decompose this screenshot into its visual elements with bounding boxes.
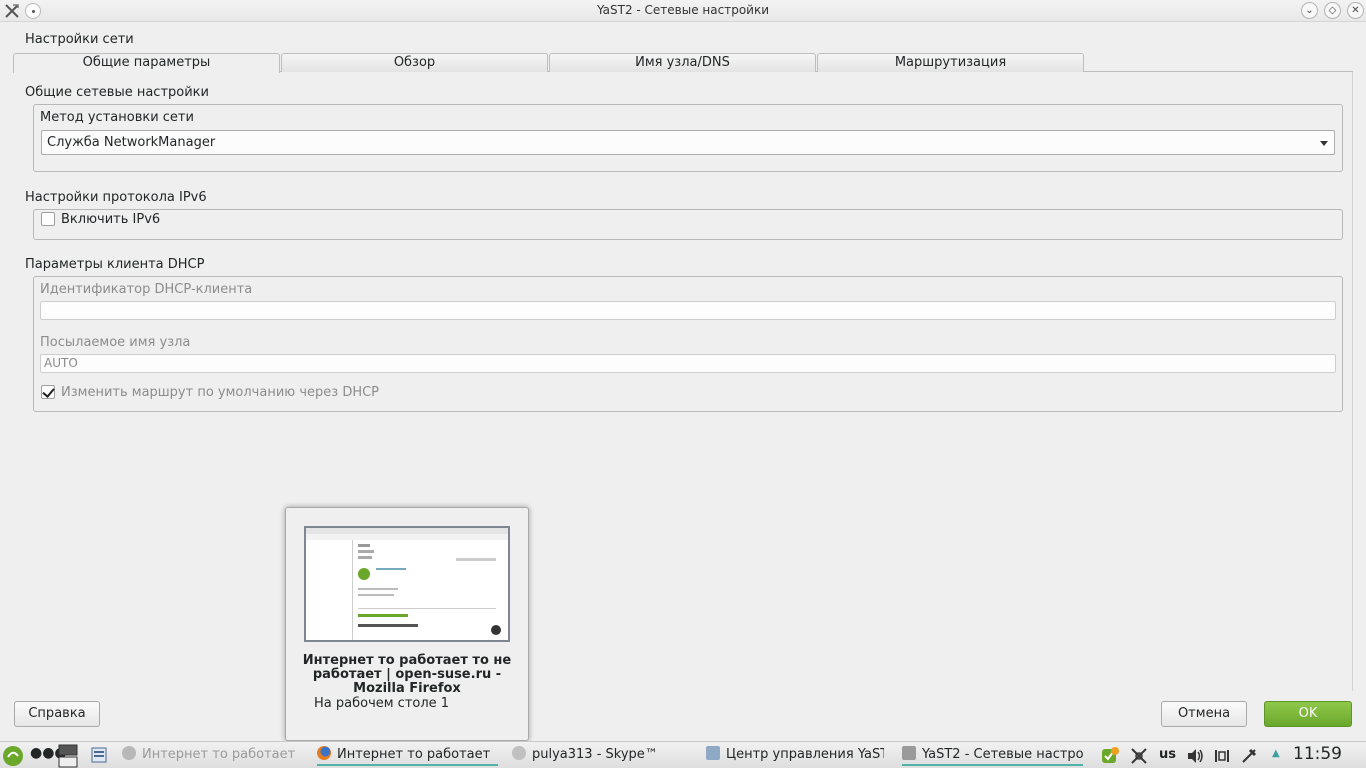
clipboard-icon[interactable]	[1213, 747, 1231, 765]
ok-button[interactable]: OK	[1264, 701, 1352, 727]
network-method-select[interactable]: Служба NetworkManager	[41, 130, 1335, 155]
minimize-button[interactable]: ⌄	[1301, 2, 1318, 19]
tab-routing[interactable]: Маршрутизация	[817, 53, 1084, 72]
task-firefox-1[interactable]: Интернет то работает	[122, 742, 302, 768]
firefox-icon	[317, 746, 331, 760]
preview-desktop-label: На рабочем столе 1	[314, 696, 450, 711]
tab-bar: Общие параметры Обзор Имя узла/DNS Маршр…	[13, 53, 1353, 73]
yast-icon	[902, 746, 916, 760]
keyboard-layout[interactable]: us	[1159, 747, 1176, 762]
close-icon: ✕	[1351, 5, 1360, 16]
tab-overview[interactable]: Обзор	[281, 53, 548, 72]
general-group-title: Общие сетевые настройки	[25, 85, 209, 100]
window-preview-tooltip[interactable]: Интернет то работает то не работает | op…	[285, 507, 529, 741]
active-task-indicator	[902, 764, 1083, 766]
preview-window-title: Интернет то работает то не работает | op…	[302, 653, 512, 696]
enable-ipv6-checkbox[interactable]	[41, 212, 55, 226]
enable-ipv6-label[interactable]: Включить IPv6	[61, 212, 160, 227]
dhcp-hostname-input[interactable]: AUTO	[40, 354, 1336, 373]
active-task-indicator	[317, 764, 498, 766]
page-title: Настройки сети	[25, 32, 134, 47]
help-button[interactable]: Справка	[14, 701, 100, 727]
ipv6-groupbox	[33, 209, 1343, 240]
task-manager-icon[interactable]	[91, 747, 107, 763]
cancel-button[interactable]: Отмена	[1161, 701, 1247, 727]
dhcp-client-id-label: Идентификатор DHCP-клиента	[40, 282, 253, 297]
tab-hostname-dns[interactable]: Имя узла/DNS	[549, 53, 816, 72]
tray-expand-icon[interactable]: ▲	[1272, 748, 1280, 759]
window-titlebar: YaST2 - Сетевые настройки ⌄ ◇ ✕	[0, 0, 1366, 22]
diamond-icon: ◇	[1328, 5, 1337, 16]
start-menu-icon[interactable]	[2, 745, 24, 767]
dropdown-arrow-icon	[1320, 141, 1328, 146]
clock[interactable]: 11:59	[1293, 744, 1342, 764]
taskbar: ●●● Интернет то работает Интернет то раб…	[0, 741, 1366, 768]
ipv6-group-title: Настройки протокола IPv6	[25, 190, 207, 205]
window-title: YaST2 - Сетевые настройки	[596, 3, 770, 17]
dhcp-group-title: Параметры клиента DHCP	[25, 257, 205, 272]
dhcp-client-id-input[interactable]	[40, 301, 1336, 320]
dhcp-hostname-label: Посылаемое имя узла	[40, 335, 191, 350]
skype-icon	[512, 746, 526, 760]
maximize-button[interactable]: ◇	[1324, 2, 1341, 19]
default-route-label[interactable]: Изменить маршрут по умолчанию через DHCP	[61, 385, 379, 400]
power-plug-icon[interactable]	[1240, 747, 1258, 765]
window-thumbnail[interactable]	[304, 526, 510, 642]
network-icon[interactable]	[1130, 747, 1148, 765]
task-skype[interactable]: pulya313 - Skype™	[512, 742, 692, 768]
chevron-down-icon: ⌄	[1305, 5, 1314, 16]
default-route-checkbox[interactable]	[41, 385, 55, 399]
method-label: Метод установки сети	[40, 110, 194, 125]
close-button[interactable]: ✕	[1347, 2, 1364, 19]
tab-general[interactable]: Общие параметры	[13, 53, 280, 73]
task-yast-control-center[interactable]: Центр управления YaST	[706, 742, 884, 768]
firefox-icon	[122, 746, 136, 760]
updates-icon[interactable]	[1101, 747, 1119, 765]
desktop-pager-icon[interactable]	[58, 744, 78, 768]
thumbnail-image-icon	[306, 528, 508, 640]
volume-icon[interactable]	[1186, 747, 1204, 765]
yast-icon	[706, 746, 720, 760]
network-method-value: Служба NetworkManager	[47, 135, 216, 150]
